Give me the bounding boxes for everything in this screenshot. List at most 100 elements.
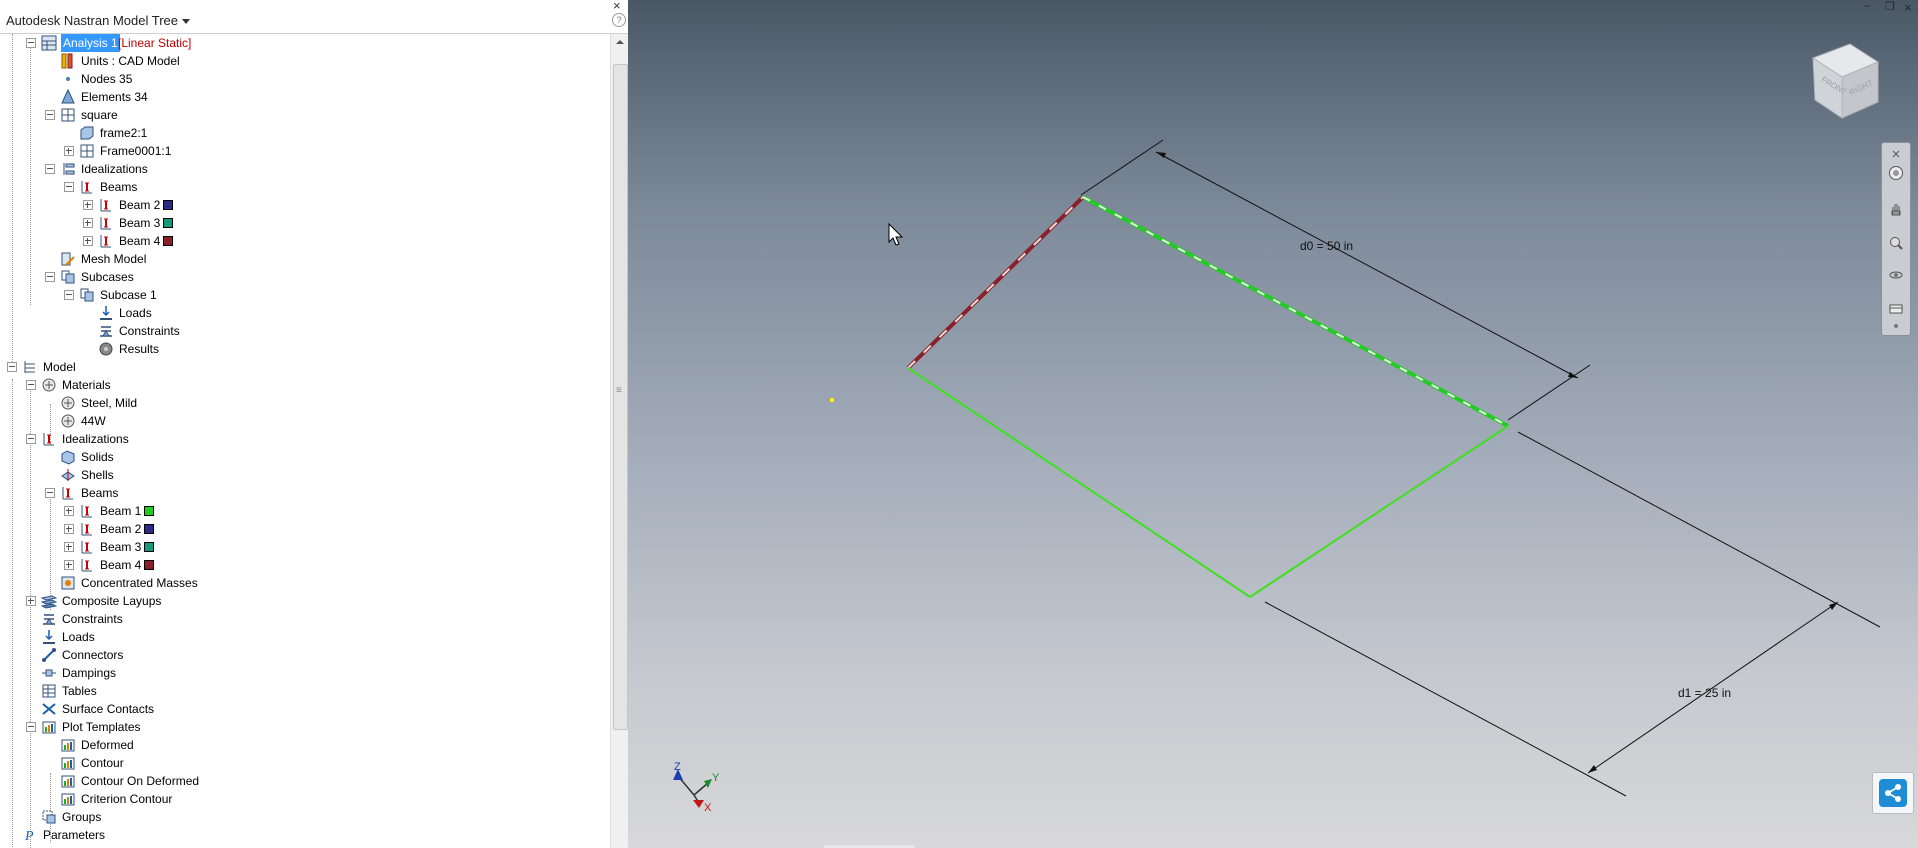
tree-item-beam2-model[interactable]: Beam 2 bbox=[0, 520, 600, 538]
zoom-icon[interactable] bbox=[1888, 235, 1904, 251]
units-icon bbox=[61, 53, 73, 69]
tree-item-contour[interactable]: Contour bbox=[0, 754, 600, 772]
tree-item-square[interactable]: square bbox=[0, 106, 600, 124]
model-tree-panel: Autodesk Nastran Model Tree × ? Analysis… bbox=[0, 0, 628, 848]
subcases-icon bbox=[61, 270, 75, 284]
scroll-thumb[interactable] bbox=[613, 64, 628, 730]
tree-item-frame0001[interactable]: Frame0001:1 bbox=[0, 142, 600, 160]
tree-item-concentrated-masses[interactable]: Concentrated Masses bbox=[0, 574, 600, 592]
collapse-toggle[interactable] bbox=[26, 722, 36, 732]
tree-item-beam1-model[interactable]: Beam 1 bbox=[0, 502, 600, 520]
dimension-label-d1[interactable]: d1 = 25 in bbox=[1678, 686, 1731, 700]
tree-item-tables[interactable]: Tables bbox=[0, 682, 600, 700]
tree-item-beam3-model[interactable]: Beam 3 bbox=[0, 538, 600, 556]
axis-label-x: X bbox=[704, 802, 712, 814]
share-button[interactable] bbox=[1872, 772, 1914, 814]
tree-item-44w[interactable]: 44W bbox=[0, 412, 600, 430]
material-icon bbox=[61, 414, 75, 428]
tree-item-frame2[interactable]: frame2:1 bbox=[0, 124, 600, 142]
tree-item-idealizations-model[interactable]: Idealizations bbox=[0, 430, 600, 448]
collapse-toggle[interactable] bbox=[64, 182, 74, 192]
graphics-viewport[interactable]: d0 = 50 in d1 = 25 in Z Y X FRONT RIGHT … bbox=[628, 0, 1918, 848]
tree-item-beam4-model[interactable]: Beam 4 bbox=[0, 556, 600, 574]
look-at-icon[interactable] bbox=[1888, 301, 1904, 317]
tree-item-loads-subcase[interactable]: Loads bbox=[0, 304, 600, 322]
navbar-menu-icon[interactable] bbox=[1891, 321, 1901, 331]
expand-toggle[interactable] bbox=[83, 200, 93, 210]
tree-item-beam2-analysis[interactable]: Beam 2 bbox=[0, 196, 600, 214]
beam2-color-swatch bbox=[163, 200, 173, 210]
dimension-arrow-icon bbox=[1588, 765, 1597, 773]
tree-item-idealizations-analysis[interactable]: Idealizations bbox=[0, 160, 600, 178]
collapse-toggle[interactable] bbox=[45, 488, 55, 498]
collapse-toggle[interactable] bbox=[26, 434, 36, 444]
tree-item-subcase1[interactable]: Subcase 1 bbox=[0, 286, 600, 304]
node-icon bbox=[66, 77, 70, 81]
view-cube[interactable]: FRONT RIGHT bbox=[1811, 43, 1880, 119]
restore-button[interactable]: ❐ bbox=[1885, 0, 1895, 13]
scroll-up-arrow-icon[interactable] bbox=[611, 34, 628, 50]
expand-toggle[interactable] bbox=[64, 524, 74, 534]
tree-item-nodes[interactable]: Nodes 35 bbox=[0, 70, 600, 88]
tree-item-composite-layups[interactable]: Composite Layups bbox=[0, 592, 600, 610]
shells-icon bbox=[61, 469, 75, 481]
tree-scrollbar[interactable] bbox=[610, 34, 628, 848]
tree-item-results[interactable]: Results bbox=[0, 340, 600, 358]
expand-toggle[interactable] bbox=[64, 146, 74, 156]
navbar-close-icon[interactable] bbox=[1889, 149, 1903, 159]
expand-toggle[interactable] bbox=[64, 560, 74, 570]
orbit-icon[interactable] bbox=[1888, 267, 1904, 283]
collapse-toggle[interactable] bbox=[64, 290, 74, 300]
collapse-toggle[interactable] bbox=[26, 38, 36, 48]
pan-hand-icon[interactable] bbox=[1888, 201, 1904, 217]
expand-toggle[interactable] bbox=[26, 596, 36, 606]
panel-title-dropdown[interactable]: Autodesk Nastran Model Tree bbox=[6, 13, 190, 28]
tree-item-materials[interactable]: Materials bbox=[0, 376, 600, 394]
tree-item-surface-contacts[interactable]: Surface Contacts bbox=[0, 700, 600, 718]
tree-item-steel-mild[interactable]: Steel, Mild bbox=[0, 394, 600, 412]
tree-item-constraints-subcase[interactable]: Constraints bbox=[0, 322, 600, 340]
tree-item-beam3-analysis[interactable]: Beam 3 bbox=[0, 214, 600, 232]
expand-toggle[interactable] bbox=[64, 506, 74, 516]
tree-item-analysis[interactable]: Analysis 1 [Linear Static] bbox=[0, 34, 600, 52]
tree-item-subcases[interactable]: Subcases bbox=[0, 268, 600, 286]
svg-text:P: P bbox=[24, 829, 34, 843]
expand-toggle[interactable] bbox=[83, 218, 93, 228]
expand-toggle[interactable] bbox=[64, 542, 74, 552]
model-tree: Analysis 1 [Linear Static] Units : CAD M… bbox=[0, 34, 610, 848]
close-window-button[interactable]: × bbox=[1904, 0, 1912, 15]
tree-item-beams-analysis[interactable]: Beams bbox=[0, 178, 600, 196]
tree-item-groups[interactable]: Groups bbox=[0, 808, 600, 826]
beam-icon bbox=[81, 523, 92, 536]
tree-item-plot-templates[interactable]: Plot Templates bbox=[0, 718, 600, 736]
tree-item-elements[interactable]: Elements 34 bbox=[0, 88, 600, 106]
steering-wheel-icon[interactable] bbox=[1888, 165, 1904, 181]
elements-icon bbox=[61, 89, 75, 104]
tree-item-deformed[interactable]: Deformed bbox=[0, 736, 600, 754]
collapse-toggle[interactable] bbox=[45, 110, 55, 120]
close-panel-button[interactable]: × bbox=[613, 0, 621, 13]
tree-item-contour-on-deformed[interactable]: Contour On Deformed bbox=[0, 772, 600, 790]
minimize-button[interactable]: – bbox=[1864, 0, 1870, 12]
tree-item-dampings[interactable]: Dampings bbox=[0, 664, 600, 682]
collapse-toggle[interactable] bbox=[45, 272, 55, 282]
tree-item-constraints-model[interactable]: Constraints bbox=[0, 610, 600, 628]
expand-toggle[interactable] bbox=[83, 236, 93, 246]
tree-item-beams-model[interactable]: Beams bbox=[0, 484, 600, 502]
tree-item-loads-model[interactable]: Loads bbox=[0, 628, 600, 646]
tree-item-units[interactable]: Units : CAD Model bbox=[0, 52, 600, 70]
tree-item-solids[interactable]: Solids bbox=[0, 448, 600, 466]
tree-item-connectors[interactable]: Connectors bbox=[0, 646, 600, 664]
tree-item-model[interactable]: Model bbox=[0, 358, 600, 376]
tree-item-mesh-model[interactable]: Mesh Model bbox=[0, 250, 600, 268]
extension-line bbox=[1517, 431, 1881, 628]
tree-item-beam4-analysis[interactable]: Beam 4 bbox=[0, 232, 600, 250]
collapse-toggle[interactable] bbox=[26, 380, 36, 390]
dimension-label-d0[interactable]: d0 = 50 in bbox=[1300, 239, 1353, 253]
help-icon[interactable]: ? bbox=[612, 13, 626, 27]
tree-item-parameters[interactable]: P Parameters bbox=[0, 826, 600, 844]
collapse-toggle[interactable] bbox=[7, 362, 17, 372]
tree-item-shells[interactable]: Shells bbox=[0, 466, 600, 484]
tree-item-criterion-contour[interactable]: Criterion Contour bbox=[0, 790, 600, 808]
collapse-toggle[interactable] bbox=[45, 164, 55, 174]
